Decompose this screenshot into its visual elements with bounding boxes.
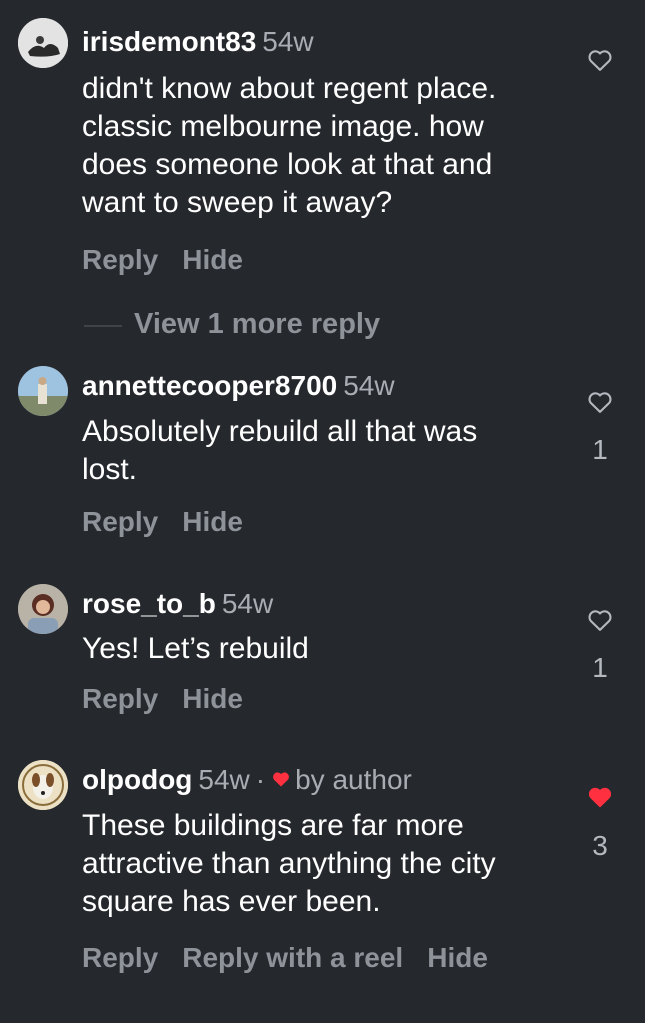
comment-text: Absolutely rebuild all that was lost. [82,413,562,489]
timestamp: 54w [343,370,395,401]
comment-header: annettecooper8700 54w [82,368,395,404]
comment-line: lost. [82,453,138,486]
comment-header: irisdemont83 54w [82,24,314,60]
like-count: 3 [592,830,608,861]
heart-outline-icon[interactable] [586,606,614,634]
hide-button[interactable]: Hide [182,244,243,275]
reply-button[interactable]: Reply [82,683,158,714]
comment-line: Yes! Let’s rebuild [82,632,309,665]
like-count: 1 [592,434,608,465]
heart-outline-icon[interactable] [586,46,614,74]
author-liked-badge: by author [295,764,412,795]
thread-line [84,325,122,327]
like-count: 1 [592,652,608,683]
avatar-image [18,760,68,810]
author-heart-icon [271,762,291,798]
heart-outline-icon[interactable] [586,388,614,416]
avatar[interactable] [18,584,68,634]
comment-line: Absolutely rebuild all that was [82,415,478,448]
heart-filled-icon[interactable] [586,783,614,811]
avatar-image [18,18,68,68]
comment-header: olpodog 54w · by author [82,762,412,800]
comment-text: didn't know about regent place. classic … [82,70,562,222]
comment-line: does someone look at that and [82,148,493,181]
avatar[interactable] [18,760,68,810]
comment-text: Yes! Let’s rebuild [82,630,562,668]
timestamp: 54w [262,26,314,57]
timestamp: 54w [198,764,250,795]
avatar[interactable] [18,18,68,68]
username[interactable]: olpodog [82,764,192,795]
username[interactable]: annettecooper8700 [82,370,337,401]
avatar-image [18,584,68,634]
reply-button[interactable]: Reply [82,244,158,275]
comment-line: These buildings are far more [82,809,464,842]
comment-line: square has ever been. [82,885,381,918]
reply-button[interactable]: Reply [82,942,158,973]
comment-actions: Reply Hide [82,243,267,277]
comment-actions: Reply Reply with a reel Hide [82,941,512,975]
timestamp: 54w [221,588,274,619]
comment-actions: Reply Hide [82,682,267,716]
hide-button[interactable]: Hide [182,683,243,714]
avatar[interactable] [18,366,68,416]
comment-line: want to sweep it away? [82,186,393,219]
username[interactable]: irisdemont83 [82,26,256,57]
hide-button[interactable]: Hide [182,506,243,537]
username[interactable]: rose_to_b [82,588,216,619]
comment-text: These buildings are far more attractive … [82,807,562,921]
comment-actions: Reply Hide [82,505,267,539]
comment-line: didn't know about regent place. [82,72,497,105]
comment-line: classic melbourne image. how [82,110,484,143]
comment-line: attractive than anything the city [82,847,496,880]
hide-button[interactable]: Hide [427,942,488,973]
separator-dot: · [255,764,266,795]
reply-with-reel-button[interactable]: Reply with a reel [182,942,403,973]
view-more-replies-label: View 1 more reply [134,308,381,340]
comment-header: rose_to_b 54w [82,586,273,622]
avatar-image [18,366,68,416]
reply-button[interactable]: Reply [82,506,158,537]
